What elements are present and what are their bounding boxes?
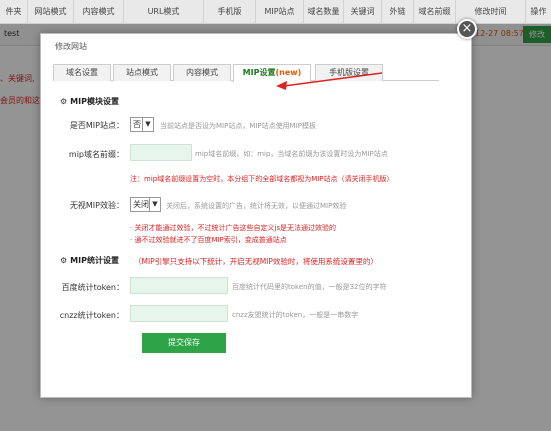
- col-header: 外链: [382, 0, 414, 24]
- col-header: 操作: [530, 7, 547, 16]
- stats-note: （MIP引擎只支持以下统计，开启无视MIP效验时，将使用系统设置里的）: [134, 257, 378, 266]
- close-icon[interactable]: ×: [457, 19, 477, 39]
- cnzz-token-hint: cnzz友盟统计的token，一般是一串数字: [232, 311, 359, 319]
- new-badge: (new): [275, 68, 302, 77]
- invalid-value: 关闭: [133, 200, 149, 209]
- col-header: 内容模式: [74, 0, 124, 24]
- gear-icon: ⚙: [60, 256, 68, 265]
- stats-section-title: ⚙ MIP统计设置: [60, 255, 119, 266]
- prefix-hint: mip域名前缀，如：mip，当域名前缀为该设置时设为MIP站点: [195, 150, 388, 158]
- col-header: URL模式: [124, 0, 204, 24]
- col-header: 域名前缀: [414, 0, 456, 24]
- col-header: 件夹: [0, 0, 28, 24]
- tab-domain-settings[interactable]: 域名设置: [53, 64, 111, 81]
- submit-button[interactable]: 提交保存: [142, 333, 226, 353]
- modal-title: 修改网站: [55, 42, 87, 51]
- col-header: 手机版: [204, 0, 256, 24]
- invalid-warning-1: · 关闭才能通过效验，不过统计广告这些自定义js是无法通过效验的: [130, 224, 337, 232]
- invalid-label: 无视MIP效验：: [69, 201, 124, 210]
- tab-bar: 域名设置 站点模式 内容模式 MIP设置(new) 手机版设置: [53, 64, 439, 82]
- col-header: 网站模式: [28, 0, 74, 24]
- tab-content-mode[interactable]: 内容模式: [173, 64, 231, 81]
- cnzz-token-input[interactable]: [130, 305, 228, 322]
- prefix-warning: 注：mip域名前缀设置为空时，本分组下的全部域名都视为MIP站点（请关闭手机版）: [130, 175, 394, 183]
- baidu-token-label: 百度统计token：: [61, 283, 124, 292]
- tab-mip-settings[interactable]: MIP设置(new): [233, 64, 311, 82]
- chevron-down-icon: ▼: [142, 118, 153, 131]
- col-header: MIP站点: [256, 0, 304, 24]
- mip-section-title: ⚙ MIP模块设置: [60, 96, 119, 107]
- is-mip-value: 否: [133, 120, 141, 129]
- tab-site-mode[interactable]: 站点模式: [113, 64, 171, 81]
- is-mip-select[interactable]: 否 ▼: [130, 117, 154, 132]
- is-mip-label: 是否MIP站点：: [69, 121, 124, 130]
- col-header: 域名数量: [304, 0, 344, 24]
- baidu-token-input[interactable]: [130, 277, 228, 294]
- tab-mobile-settings[interactable]: 手机版设置: [315, 64, 383, 81]
- invalid-hint: 关闭后，系统设置的广告，统计将无效，以便通过MIP效验: [166, 202, 347, 210]
- invalid-warning-2: · 通不过效验就进不了百度MIP索引，变成普通站点: [130, 236, 287, 244]
- is-mip-hint: 当前站点是否设为MIP站点，MIP站点使用MIP模板: [160, 122, 316, 130]
- prefix-label: mip域名前缀：: [68, 150, 124, 159]
- mip-section-label: MIP模块设置: [70, 97, 119, 106]
- gear-icon: ⚙: [60, 97, 68, 106]
- cnzz-token-label: cnzz统计token：: [59, 311, 124, 320]
- chevron-down-icon: ▼: [149, 198, 160, 211]
- stats-section-label: MIP统计设置: [70, 256, 119, 265]
- col-header: 关键词: [344, 0, 382, 24]
- baidu-token-hint: 百度统计代码里的token的值，一般是32位的字符: [232, 283, 387, 291]
- edit-site-modal: 修改网站: [40, 33, 472, 398]
- mip-prefix-input[interactable]: [130, 144, 192, 161]
- tab-mip-label: MIP设置: [242, 68, 276, 77]
- ignore-mip-validation-select[interactable]: 关闭 ▼: [130, 197, 161, 212]
